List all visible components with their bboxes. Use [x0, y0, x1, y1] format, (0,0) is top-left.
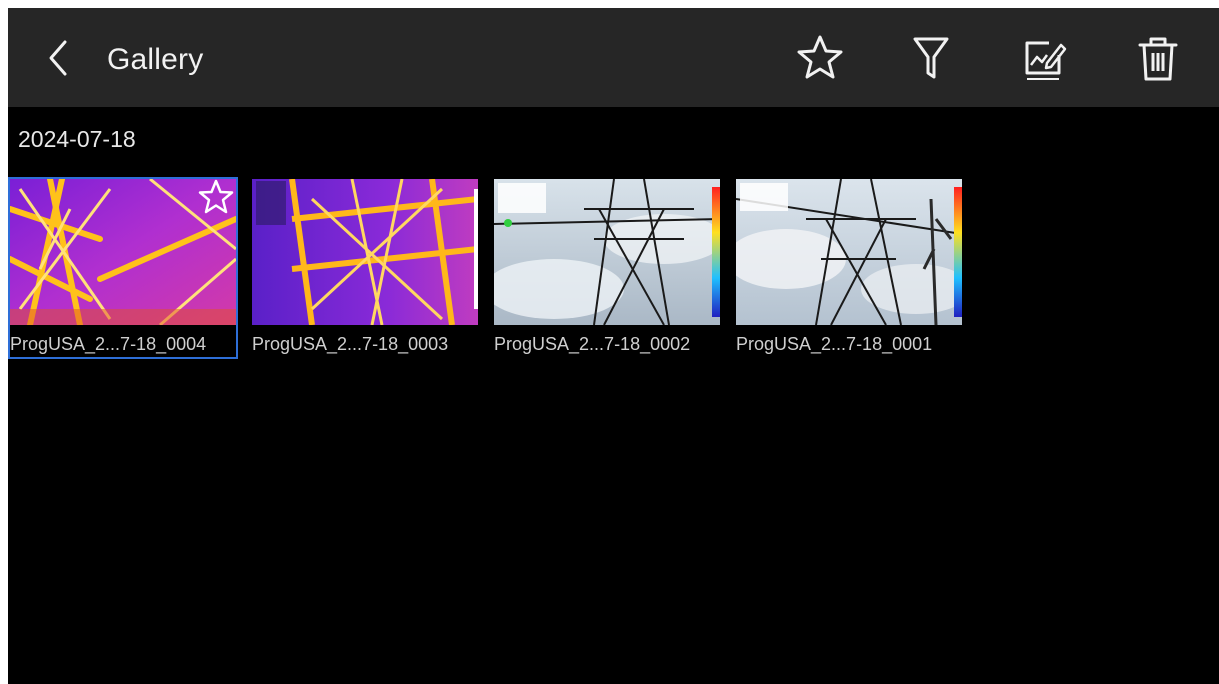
chevron-left-icon [49, 40, 67, 76]
gallery-thumbnail[interactable]: ProgUSA_2...7-18_0001 [736, 179, 962, 357]
visual-image [494, 179, 720, 325]
top-app-bar: Gallery [8, 8, 1219, 107]
funnel-icon [913, 37, 949, 79]
page-title: Gallery [107, 43, 204, 76]
gallery-screen: Gallery 2024-07-18 ProgUSA_2...7-18_0004… [8, 8, 1219, 684]
thumbnail-caption: ProgUSA_2...7-18_0002 [494, 334, 691, 354]
thumbnail-caption: ProgUSA_2...7-18_0004 [10, 334, 207, 354]
thumbnail-caption: ProgUSA_2...7-18_0001 [736, 334, 933, 354]
trash-icon [1138, 37, 1178, 81]
thumbnail-caption: ProgUSA_2...7-18_0003 [252, 334, 449, 354]
date-group-header: 2024-07-18 [18, 126, 136, 152]
favorite-button[interactable] [796, 33, 844, 83]
thermal-image [252, 179, 478, 325]
star-outline-icon [797, 35, 843, 79]
gallery-thumbnail[interactable]: ProgUSA_2...7-18_0004 [8, 177, 238, 359]
visual-image [736, 179, 962, 325]
chart-edit-icon [1025, 41, 1067, 80]
edit-report-button[interactable] [1019, 33, 1067, 83]
delete-button[interactable] [1134, 33, 1182, 83]
gallery-thumbnail[interactable]: ProgUSA_2...7-18_0003 [252, 179, 478, 357]
gallery-thumbnail[interactable]: ProgUSA_2...7-18_0002 [494, 179, 720, 357]
filter-button[interactable] [907, 33, 955, 83]
back-button[interactable] [36, 36, 80, 80]
favorite-star-icon [198, 179, 234, 215]
